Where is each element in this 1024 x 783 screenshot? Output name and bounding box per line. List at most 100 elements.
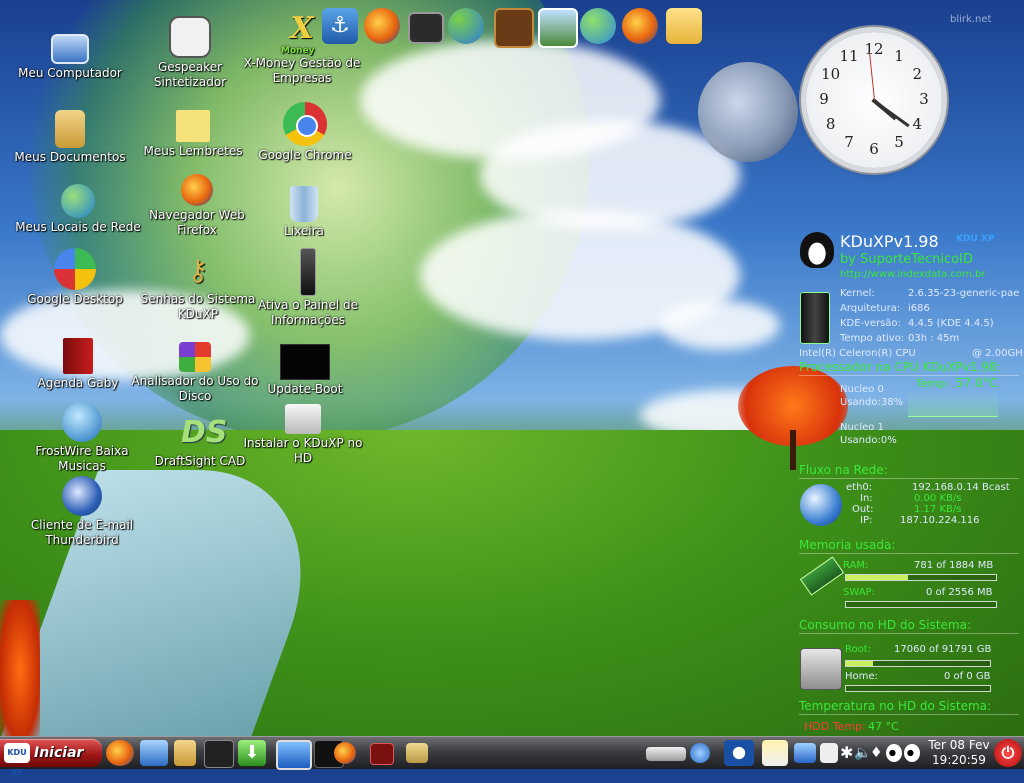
kernel-label: Kernel: <box>840 288 875 299</box>
folder-task-icon[interactable] <box>406 743 428 763</box>
firefox-icon[interactable] <box>622 8 658 44</box>
root-usage-fill <box>846 661 874 666</box>
eth-ip: 192.168.0.14 <box>912 482 979 493</box>
home-label: Home: <box>845 671 878 682</box>
users-icon[interactable] <box>448 8 484 44</box>
ram-value: 781 of 1884 MB <box>914 560 994 571</box>
desktop-icon-label: Instalar o KDuXP no HD <box>243 436 363 465</box>
hdd-temp-label: HDD Temp: <box>804 720 866 733</box>
network-computers-icon[interactable] <box>794 743 816 763</box>
kde-label: KDE-versão: <box>840 318 901 329</box>
sticky-note-icon <box>176 110 210 142</box>
show-desktop-icon[interactable] <box>276 740 312 770</box>
monitor-red-icon[interactable] <box>408 12 444 44</box>
desktop-icon-google-desktop[interactable]: Google Desktop <box>10 248 140 307</box>
net-out-label: Out: <box>852 504 874 515</box>
ip-label: IP: <box>860 515 873 526</box>
cpu-frequency: @ 2.00GH <box>972 348 1023 359</box>
divider <box>799 553 1019 554</box>
desktop-icon-google-chrome[interactable]: Google Chrome <box>240 102 370 163</box>
desktop-icon-lixeira[interactable]: Lixeira <box>239 186 369 239</box>
desktop-icon-meus-documentos[interactable]: Meus Documentos <box>5 110 135 165</box>
home-value: 0 of 0 GB <box>944 671 991 682</box>
network-tray-icon[interactable] <box>690 743 710 763</box>
panel-title: KDuXPv1.98 <box>840 232 939 251</box>
download-icon[interactable]: ⬇ <box>238 740 266 766</box>
divider <box>799 633 1019 634</box>
folder-icon[interactable] <box>666 8 702 44</box>
autumn-leaves <box>0 600 40 740</box>
desktop-icon-ativa-painel[interactable]: Ativa o Painel de Informações <box>243 248 373 328</box>
frostwire-icon <box>62 402 102 442</box>
clock-number: 12 <box>864 40 884 58</box>
home-usage-bar <box>845 685 991 692</box>
desktop-icon-agenda-gaby[interactable]: Agenda Gaby <box>13 338 143 391</box>
keys-icon: ⚷ <box>187 254 209 287</box>
clipboard-icon[interactable] <box>820 743 838 763</box>
start-button[interactable]: KDU XP Iniciar <box>0 739 102 777</box>
swap-value: 0 of 2556 MB <box>926 587 993 598</box>
clock-number: 9 <box>819 90 829 108</box>
monitor-icon[interactable] <box>204 740 234 768</box>
network-globe-icon <box>800 484 842 526</box>
divider <box>799 714 1019 715</box>
install-drive-icon <box>285 404 321 434</box>
photo-icon[interactable] <box>538 8 578 48</box>
core1-label: Nucleo 1 <box>840 422 884 433</box>
desktop-icon-label: Meus Locais de Rede <box>15 220 141 234</box>
panel-device-icon <box>300 248 316 296</box>
desktop-icon-label: Update-Boot <box>267 382 343 396</box>
panel-url[interactable]: http://www.indexdata.com.br <box>840 269 986 280</box>
desktop-icon-meus-lembretes[interactable]: Meus Lembretes <box>128 110 258 159</box>
desktop-icon-gespeaker[interactable]: Gespeaker Sintetizador <box>125 16 255 90</box>
desktop-icon-frostwire[interactable]: FrostWire Baixa Musicas <box>17 402 147 474</box>
ram-chip-icon <box>799 556 845 596</box>
clock-display[interactable]: Ter 08 Fev 19:20:59 <box>924 738 994 768</box>
bluetooth-icon[interactable]: ✱ <box>840 740 854 766</box>
temp-label: Temp: <box>916 377 950 390</box>
panel-byline: by SuporteTecnicoID <box>840 252 973 267</box>
agenda-book-icon <box>63 338 93 374</box>
cpu-graph <box>908 390 998 417</box>
computer-icon <box>51 34 89 64</box>
uptime-label: Tempo ativo: <box>840 333 905 344</box>
desktop-icon-update-boot[interactable]: Update-Boot <box>240 344 370 397</box>
clock-number: 8 <box>825 115 836 133</box>
chrome-center-icon <box>296 115 318 137</box>
water-icon[interactable] <box>140 740 168 766</box>
drive-lamp-icon[interactable] <box>762 740 788 766</box>
root-usage-bar <box>845 660 991 667</box>
desktop-icon-instalar-kduxp[interactable]: Instalar o KDuXP no HD <box>238 404 368 466</box>
tv-icon[interactable] <box>494 8 534 48</box>
firefox-icon[interactable] <box>364 8 400 44</box>
folder-user-icon[interactable] <box>174 740 196 766</box>
drive-tray-icon[interactable] <box>646 747 686 761</box>
ip-value: 187.10.224.116 <box>900 515 980 526</box>
desktop-icon-thunderbird[interactable]: Cliente de E-mail Thunderbird <box>17 476 147 548</box>
firefox-icon <box>181 174 213 206</box>
desktop-icon-label: Meus Lembretes <box>143 144 243 158</box>
xmoney-badge: Money <box>281 46 315 56</box>
computer-case-icon <box>800 292 830 344</box>
firefox-task-icon[interactable] <box>334 742 356 764</box>
ram-usage-fill <box>846 575 908 580</box>
desktop-icon-meu-computador[interactable]: Meu Computador <box>5 30 135 81</box>
desktop-icon-xmoney[interactable]: X Money X-Money Gestão de Empresas <box>237 14 367 86</box>
eth-bcast: Bcast <box>982 482 1010 493</box>
microphone-icon[interactable]: ♦ <box>870 740 884 766</box>
start-label: Iniciar <box>34 745 84 761</box>
power-button[interactable]: ⏻ <box>994 739 1022 767</box>
cpu-header: Processador na CPU KDuXPv1.98: <box>799 360 1001 374</box>
eye-icon <box>886 744 902 762</box>
thunderbird-icon <box>62 476 102 516</box>
red-app-task-icon[interactable] <box>370 743 394 765</box>
desktop-icon-label: FrostWire Baixa Musicas <box>35 444 129 473</box>
desktop-icon-meus-locais-de-rede[interactable]: Meus Locais de Rede <box>13 184 143 235</box>
eyes-icon[interactable] <box>886 740 922 766</box>
kduxp-tray-icon[interactable] <box>724 740 754 766</box>
clock-number: 6 <box>869 140 879 158</box>
contacts-icon[interactable] <box>580 8 616 44</box>
firefox-icon[interactable] <box>106 740 134 766</box>
clock-number: 7 <box>844 133 854 152</box>
uptime-value: 03h : 45m <box>908 333 960 344</box>
